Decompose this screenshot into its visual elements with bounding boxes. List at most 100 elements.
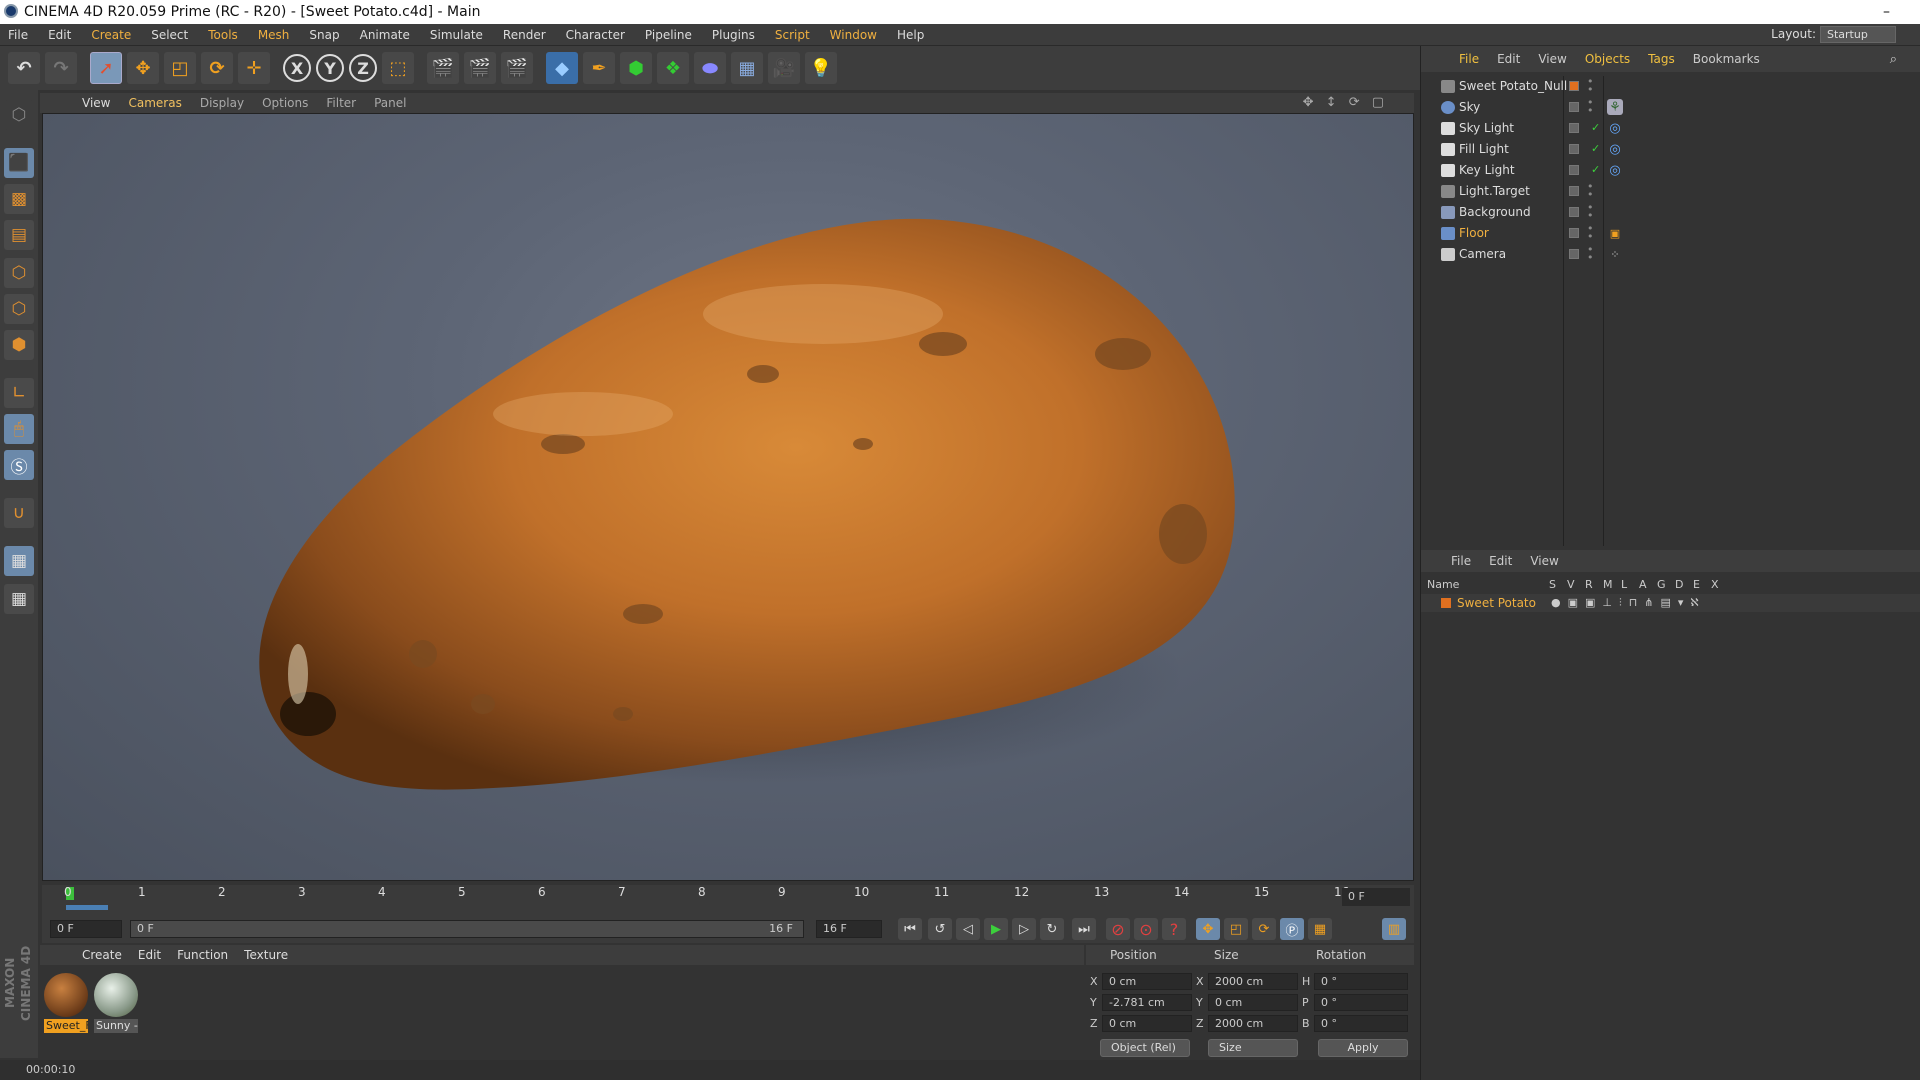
- frame-range-slider[interactable]: 0 F 16 F: [130, 920, 804, 938]
- z-axis-icon[interactable]: Z: [349, 54, 377, 82]
- autokeying-icon[interactable]: ⊙: [1134, 918, 1158, 940]
- previous-key-icon[interactable]: ↺: [928, 918, 952, 940]
- light-icon[interactable]: 💡: [805, 52, 837, 84]
- viewport-navigation-icons[interactable]: ✥ ↕ ⟳ ▢: [1303, 95, 1388, 110]
- edges-mode-icon[interactable]: ⬡: [4, 294, 34, 324]
- menu-character[interactable]: Character: [566, 28, 625, 42]
- viewport-menu-options[interactable]: Options: [262, 96, 308, 110]
- go-to-end-icon[interactable]: ⏭: [1072, 918, 1096, 940]
- points-mode-icon[interactable]: ⬡: [4, 258, 34, 288]
- rotation-h-field[interactable]: 0 °: [1314, 973, 1408, 990]
- rotate-icon[interactable]: ⟳: [201, 52, 233, 84]
- key-pla-icon[interactable]: ▦: [1308, 918, 1332, 940]
- cloner-icon[interactable]: ❖: [657, 52, 689, 84]
- 3d-viewport[interactable]: [42, 113, 1414, 881]
- current-frame-field[interactable]: 0 F: [1342, 888, 1410, 906]
- next-frame-icon[interactable]: ▷: [1012, 918, 1036, 940]
- workplane-mode-icon[interactable]: ▤: [4, 220, 34, 250]
- object-row[interactable]: Key Light ✓ ◎: [1421, 160, 1920, 181]
- om-menu-tags[interactable]: Tags: [1648, 52, 1675, 66]
- layer-color-swatch[interactable]: [1441, 598, 1451, 608]
- redo-icon[interactable]: ↷: [45, 52, 77, 84]
- lm-menu-file[interactable]: File: [1451, 554, 1471, 568]
- viewport-menu-view[interactable]: View: [82, 96, 110, 110]
- texture-mode-icon[interactable]: ▩: [4, 184, 34, 214]
- grid-snap-icon[interactable]: ▦: [4, 584, 34, 614]
- position-y-field[interactable]: -2.781 cm: [1102, 994, 1192, 1011]
- key-parameter-icon[interactable]: Ⓟ: [1280, 918, 1304, 940]
- size-z-field[interactable]: 2000 cm: [1208, 1015, 1298, 1032]
- timeline-window-icon[interactable]: ▥: [1382, 918, 1406, 940]
- editable-tag-icon[interactable]: [1569, 123, 1579, 133]
- enabled-check-icon[interactable]: ✓: [1591, 163, 1600, 176]
- om-menu-objects[interactable]: Objects: [1585, 52, 1630, 66]
- size-y-field[interactable]: 0 cm: [1208, 994, 1298, 1011]
- menu-edit[interactable]: Edit: [48, 28, 71, 42]
- search-icon[interactable]: ⌕: [1890, 52, 1897, 67]
- start-frame-field[interactable]: 0 F: [50, 920, 122, 938]
- editable-tag-icon[interactable]: [1569, 207, 1579, 217]
- visibility-dots-icon[interactable]: • •: [1587, 76, 1594, 95]
- position-x-field[interactable]: 0 cm: [1102, 973, 1192, 990]
- preview-range-bar[interactable]: [66, 905, 108, 910]
- x-axis-icon[interactable]: X: [283, 54, 311, 82]
- object-row[interactable]: Background • •: [1421, 202, 1920, 223]
- record-active-objects-icon[interactable]: ⊘: [1106, 918, 1130, 940]
- menu-render[interactable]: Render: [503, 28, 546, 42]
- floor-icon[interactable]: ▦: [731, 52, 763, 84]
- menu-window[interactable]: Window: [830, 28, 877, 42]
- menu-file[interactable]: File: [8, 28, 28, 42]
- rotation-b-field[interactable]: 0 °: [1314, 1015, 1408, 1032]
- visibility-dots-icon[interactable]: • •: [1587, 244, 1594, 263]
- undo-icon[interactable]: ↶: [8, 52, 40, 84]
- object-row[interactable]: Sweet Potato_Null • •: [1421, 76, 1920, 97]
- rotation-p-field[interactable]: 0 °: [1314, 994, 1408, 1011]
- apply-button[interactable]: Apply: [1318, 1039, 1408, 1057]
- material-menu-edit[interactable]: Edit: [138, 948, 161, 962]
- recent-tool-icon[interactable]: ✛: [238, 52, 270, 84]
- material-swatch[interactable]: Sunny -: [94, 973, 138, 1035]
- editable-tag-icon[interactable]: [1569, 249, 1579, 259]
- editable-tag-icon[interactable]: [1569, 144, 1579, 154]
- compositing-tag-icon[interactable]: ▣: [1607, 225, 1623, 241]
- camera-icon[interactable]: 🎥: [768, 52, 800, 84]
- key-scale-icon[interactable]: ◰: [1224, 918, 1248, 940]
- go-to-start-icon[interactable]: ⏮: [898, 918, 922, 940]
- menu-pipeline[interactable]: Pipeline: [645, 28, 692, 42]
- target-tag-icon[interactable]: ◎: [1607, 141, 1623, 157]
- magnet-icon[interactable]: ∪: [4, 498, 34, 528]
- menu-select[interactable]: Select: [151, 28, 188, 42]
- om-menu-file[interactable]: File: [1459, 52, 1479, 66]
- object-row[interactable]: Sky • • ⚘: [1421, 97, 1920, 118]
- menu-animate[interactable]: Animate: [360, 28, 410, 42]
- object-row[interactable]: Light.Target • •: [1421, 181, 1920, 202]
- make-editable-icon[interactable]: ⬡: [4, 100, 34, 130]
- scale-icon[interactable]: ◰: [164, 52, 196, 84]
- om-menu-bookmarks[interactable]: Bookmarks: [1693, 52, 1760, 66]
- size-x-field[interactable]: 2000 cm: [1208, 973, 1298, 990]
- previous-frame-icon[interactable]: ◁: [956, 918, 980, 940]
- material-menu-function[interactable]: Function: [177, 948, 228, 962]
- editable-tag-icon[interactable]: [1569, 102, 1579, 112]
- visibility-dots-icon[interactable]: • •: [1587, 202, 1594, 221]
- menu-tools[interactable]: Tools: [208, 28, 238, 42]
- editable-tag-icon[interactable]: [1569, 165, 1579, 175]
- visibility-dots-icon[interactable]: • •: [1587, 97, 1594, 116]
- tweak-mode-icon[interactable]: 🖱: [4, 414, 34, 444]
- viewport-menu-filter[interactable]: Filter: [326, 96, 356, 110]
- object-row[interactable]: Camera • • ⁘: [1421, 244, 1920, 265]
- layer-toggle-icons[interactable]: ●▣▣⊥⫶⊓⋔▤▾ℵ: [1551, 596, 1706, 610]
- coordinate-system-icon[interactable]: ⬚: [382, 52, 414, 84]
- menu-help[interactable]: Help: [897, 28, 924, 42]
- target-tag-icon[interactable]: ◎: [1607, 162, 1623, 178]
- snap-icon[interactable]: Ⓢ: [4, 450, 34, 480]
- lm-menu-view[interactable]: View: [1530, 554, 1558, 568]
- lm-menu-edit[interactable]: Edit: [1489, 554, 1512, 568]
- viewport-menu-display[interactable]: Display: [200, 96, 244, 110]
- end-frame-field[interactable]: 16 F: [816, 920, 882, 938]
- size-mode-select[interactable]: Size: [1208, 1039, 1298, 1057]
- coordinate-mode-select[interactable]: Object (Rel): [1100, 1039, 1190, 1057]
- menu-mesh[interactable]: Mesh: [258, 28, 290, 42]
- camera-target-tag-icon[interactable]: ⁘: [1607, 246, 1623, 262]
- workplane-lock-icon[interactable]: ▦: [4, 546, 34, 576]
